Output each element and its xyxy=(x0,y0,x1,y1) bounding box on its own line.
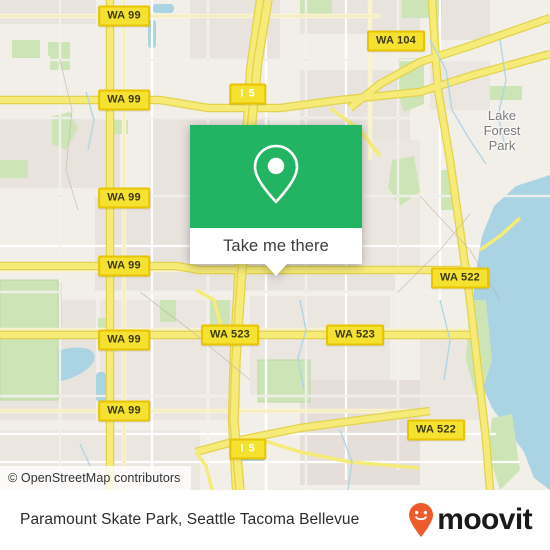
page-title: Paramount Skate Park, Seattle Tacoma Bel… xyxy=(20,511,360,528)
road-shield-wa-522: WA 522 xyxy=(431,267,489,289)
road-shield-wa-99: WA 99 xyxy=(98,187,150,209)
road-shield-wa-523: WA 523 xyxy=(201,324,259,346)
moovit-wordmark: moovit xyxy=(437,503,532,536)
road-shield-wa-99: WA 99 xyxy=(98,255,150,277)
popup-action-bar[interactable]: Take me there xyxy=(190,228,362,264)
road-shield-wa-99: WA 99 xyxy=(98,5,150,27)
road-shield-wa-523: WA 523 xyxy=(326,324,384,346)
place-label-line: Forest xyxy=(483,123,521,138)
popup-pin-panel xyxy=(190,125,362,228)
place-label-lake-forest-park: Lake Forest Park xyxy=(464,108,540,153)
take-me-there-label: Take me there xyxy=(223,236,329,255)
footer-bar: Paramount Skate Park, Seattle Tacoma Bel… xyxy=(0,490,550,550)
map-screenshot-page: Lake Forest Park WA 99 WA 104 WA 99 I 5 WA 9… xyxy=(0,0,550,550)
take-me-there-popup[interactable]: Take me there xyxy=(190,125,362,276)
road-shield-i-5: I 5 xyxy=(229,438,267,460)
road-shield-wa-99: WA 99 xyxy=(98,400,150,422)
road-shield-wa-104: WA 104 xyxy=(367,30,425,52)
map-pin-icon xyxy=(249,140,303,213)
road-shield-wa-522: WA 522 xyxy=(407,419,465,441)
moovit-smiley-pin-icon xyxy=(406,502,436,538)
moovit-logo[interactable]: moovit xyxy=(406,502,533,538)
road-shield-i-5: I 5 xyxy=(229,83,267,105)
osm-attribution-text: © OpenStreetMap contributors xyxy=(8,471,181,485)
popup-pointer xyxy=(265,264,287,276)
place-label-line: Park xyxy=(488,138,516,153)
map-canvas[interactable]: Lake Forest Park WA 99 WA 104 WA 99 I 5 WA 9… xyxy=(0,0,550,490)
osm-attribution[interactable]: © OpenStreetMap contributors xyxy=(0,466,191,490)
road-shield-wa-99: WA 99 xyxy=(98,89,150,111)
place-label-line: Lake xyxy=(487,108,517,123)
road-shield-wa-99: WA 99 xyxy=(98,329,150,351)
